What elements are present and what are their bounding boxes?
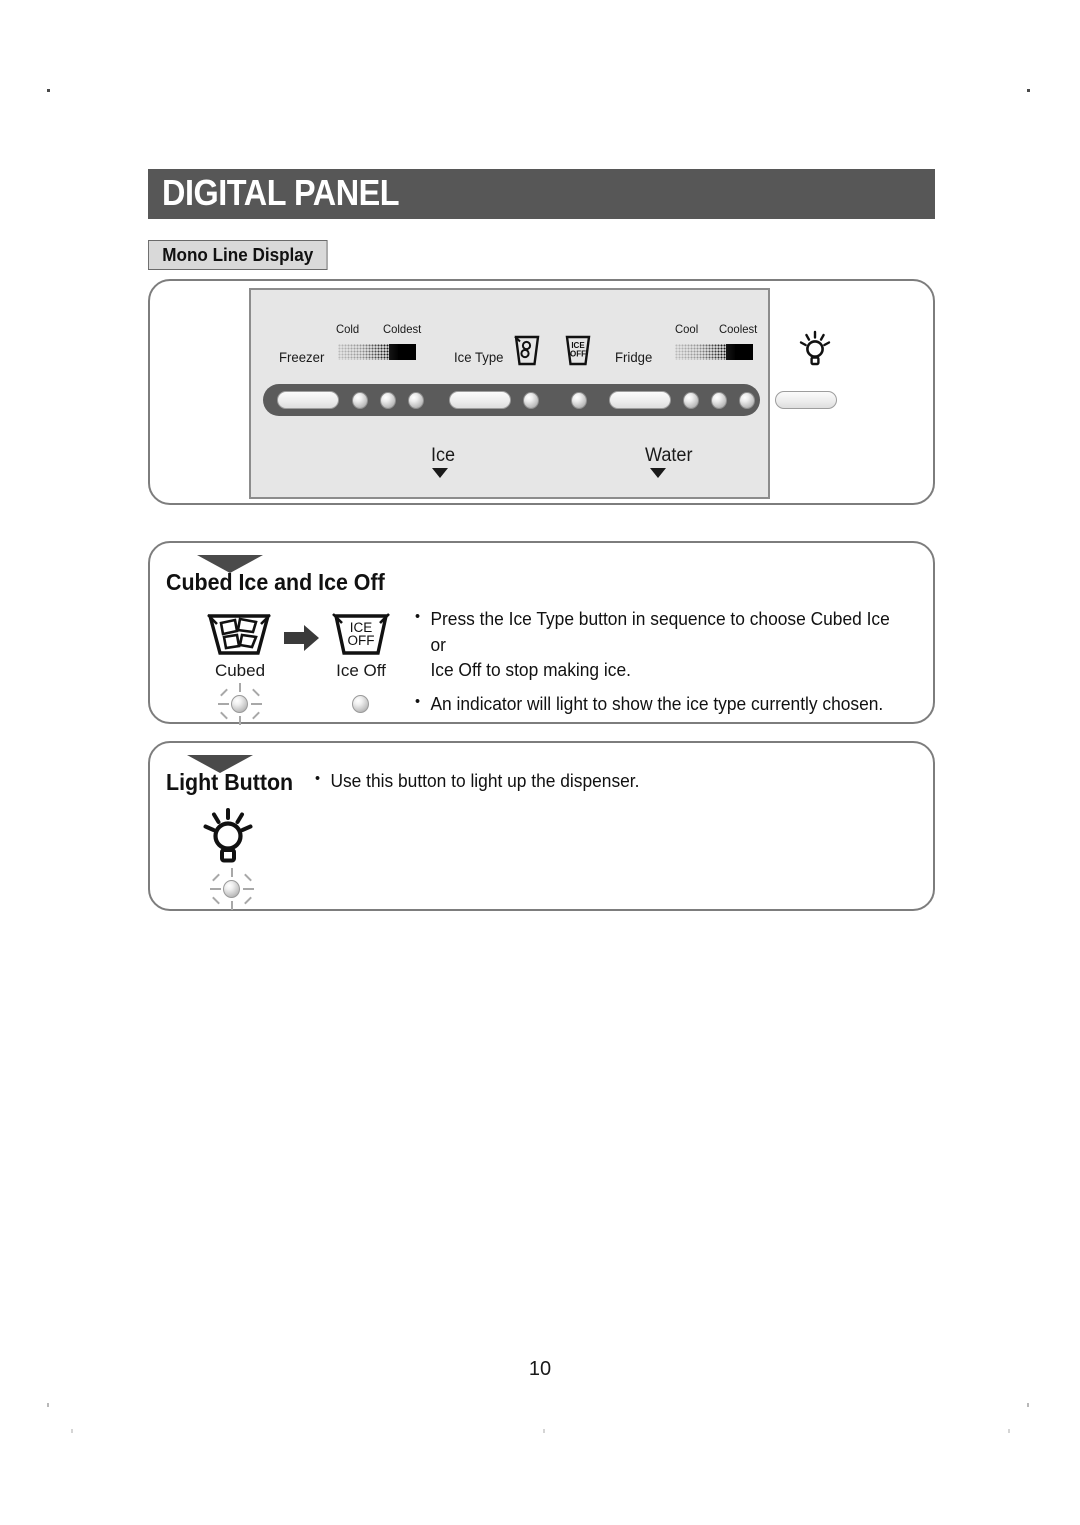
light-button-bullet-list: Use this button to light up the dispense… (315, 768, 855, 799)
cubed-lit-indicator (210, 683, 270, 725)
crop-mark-bottom-left (47, 1403, 49, 1407)
cubed-ice-caption: Cubed (214, 661, 266, 680)
crop-mark-bottom-inner-left (71, 1429, 73, 1433)
water-dispenser-arrow-icon (650, 468, 666, 478)
fridge-temperature-gradient (675, 344, 753, 360)
crop-mark-bottom-inner-right (1008, 1429, 1010, 1433)
light-button[interactable] (775, 391, 837, 409)
arrow-right-icon (284, 625, 320, 651)
page-title-bar: DIGITAL PANEL (148, 169, 935, 219)
freezer-indicator-3 (408, 392, 424, 409)
cubed-ice-bullet-list: Press the Ice Type button in sequence to… (415, 606, 907, 721)
crop-mark-bottom-inner-center (543, 1429, 545, 1433)
bullet-item: Use this button to light up the dispense… (315, 768, 855, 795)
fridge-label: Fridge (615, 349, 653, 365)
fridge-indicator-1 (683, 392, 699, 409)
cubed-ice-section-heading: Cubed Ice and Ice Off (166, 569, 385, 595)
ice-off-unlit-indicator (352, 695, 369, 713)
svg-text:OFF: OFF (348, 633, 375, 648)
control-button-strip (263, 384, 760, 416)
cubed-ice-icon (206, 611, 272, 659)
light-button-section-heading: Light Button (166, 769, 294, 795)
subsection-tag: Mono Line Display (148, 240, 328, 270)
ice-type-button[interactable] (449, 391, 511, 409)
ice-off-caption: Ice Off (336, 661, 386, 680)
freezer-indicator-2 (380, 392, 396, 409)
fridge-indicator-2 (711, 392, 727, 409)
ice-off-indicator (571, 392, 587, 409)
control-panel-face: Freezer Cold Coldest Ice Type ICE OFF Fr… (249, 288, 852, 499)
light-lit-indicator (202, 868, 262, 910)
light-bulb-icon (798, 328, 832, 368)
svg-text:OFF: OFF (570, 350, 586, 359)
ice-type-label: Ice Type (454, 349, 504, 365)
ice-off-glass-icon: ICE OFF (564, 334, 592, 368)
crop-mark-top-right (1027, 89, 1030, 92)
ice-dispenser-label: Ice (431, 445, 456, 466)
light-button-section-card: Light Button Use this button to light up… (148, 741, 935, 911)
ice-dispenser-arrow-icon (432, 468, 448, 478)
page-number: 10 (528, 1358, 552, 1380)
freezer-temperature-gradient (338, 344, 416, 360)
cubed-ice-section-card: Cubed Ice and Ice Off Cubed ICE OFF Ice … (148, 541, 935, 725)
freezer-button[interactable] (277, 391, 339, 409)
water-dispenser-label: Water (645, 445, 693, 466)
bullet-item: Press the Ice Type button in sequence to… (415, 606, 907, 684)
page-title: DIGITAL PANEL (162, 172, 400, 214)
cold-label: Cold (336, 322, 360, 336)
crop-mark-bottom-right (1027, 1403, 1029, 1407)
cool-label: Cool (675, 322, 699, 336)
bullet-item: An indicator will light to show the ice … (415, 691, 907, 718)
ice-off-icon: ICE OFF (330, 611, 392, 659)
mono-line-display-card: Freezer Cold Coldest Ice Type ICE OFF Fr… (148, 279, 935, 505)
light-bulb-icon (202, 805, 254, 867)
freezer-label: Freezer (279, 349, 325, 365)
fridge-button[interactable] (609, 391, 671, 409)
cubed-ice-glass-icon (513, 334, 541, 368)
fridge-indicator-3 (739, 392, 755, 409)
subsection-label: Mono Line Display (162, 244, 314, 265)
cubed-ice-indicator (523, 392, 539, 409)
crop-mark-top-left (47, 89, 50, 92)
freezer-indicator-1 (352, 392, 368, 409)
coldest-label: Coldest (383, 322, 422, 336)
coolest-label: Coolest (719, 322, 758, 336)
